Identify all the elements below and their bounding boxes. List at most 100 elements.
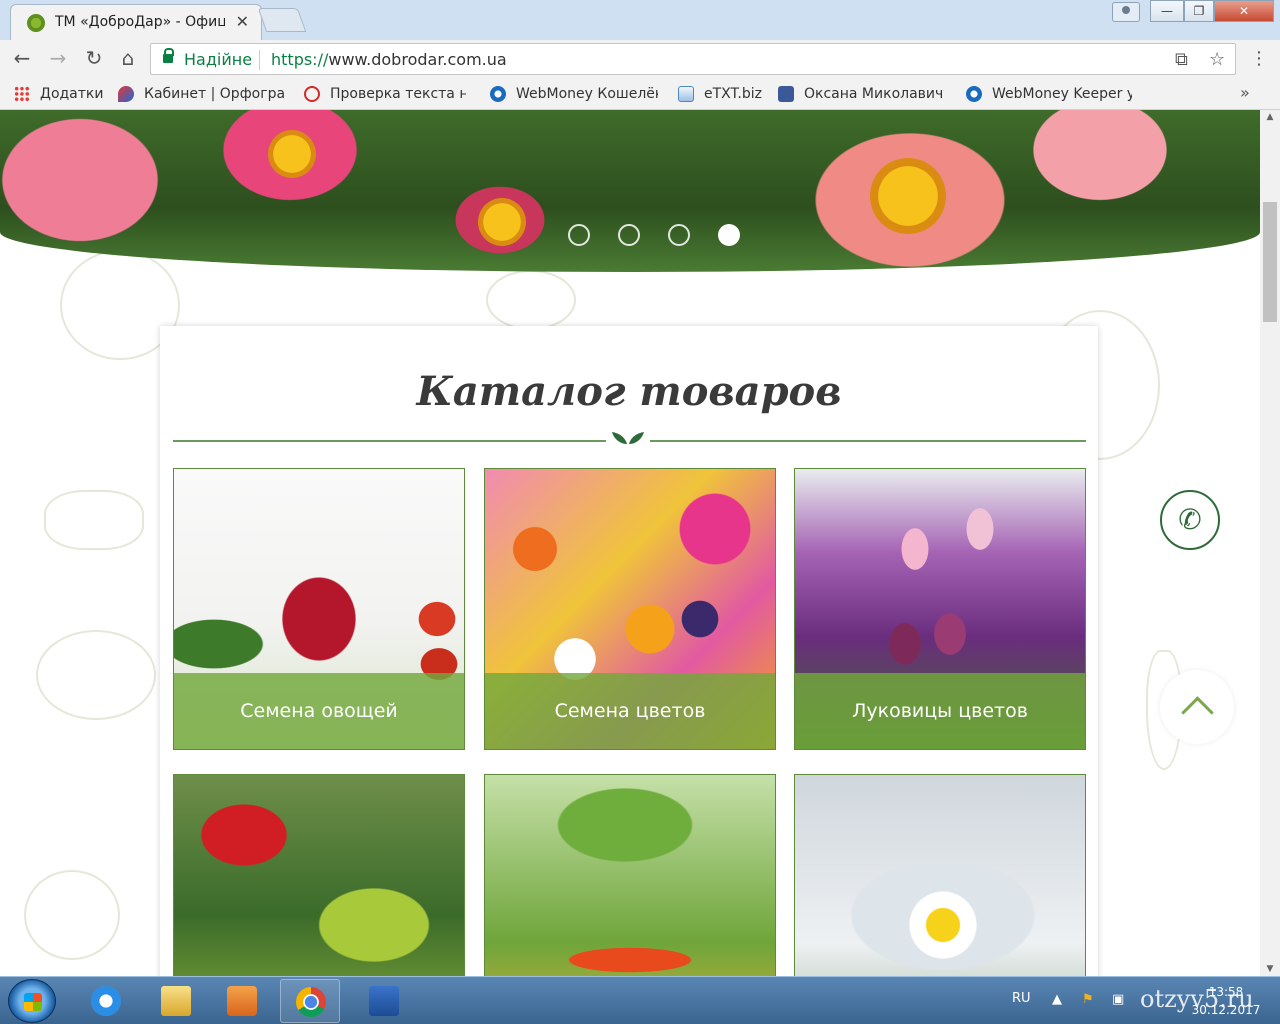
browser-titlebar: ТМ «ДоброДар» - Офиц ✕ — ❐ ✕	[0, 0, 1280, 40]
category-label: Семена цветов	[485, 673, 775, 749]
new-tab-button[interactable]	[257, 8, 307, 32]
bookmarks-bar: Додатки Кабинет | Орфограм Проверка текс…	[0, 78, 1280, 110]
close-window-button[interactable]: ✕	[1214, 0, 1274, 22]
browser-toolbar: ← → ↻ ⌂ Надійне https://www.dobrodar.com…	[0, 40, 1280, 78]
perennials-image	[174, 775, 464, 976]
forward-arrow-icon[interactable]: →	[46, 48, 70, 68]
category-tile-vegetable-seeds[interactable]: Семена овощей	[173, 468, 465, 750]
webmoney-icon	[490, 86, 506, 102]
slider-dot[interactable]	[618, 224, 640, 246]
bookmark-text-check[interactable]: Проверка текста на	[304, 84, 466, 104]
category-tile-5[interactable]	[484, 774, 776, 976]
site-watermark: otzyv5.ru	[1140, 985, 1254, 1013]
windows-taskbar: RU ▲ ⚑ ▣ 13:58 30.12.2017 otzyv5.ru	[0, 976, 1280, 1024]
category-tile-4[interactable]	[173, 774, 465, 976]
apps-grid-icon	[14, 86, 30, 102]
minimize-button[interactable]: —	[1150, 0, 1184, 22]
slider-dot[interactable]	[668, 224, 690, 246]
taskbar-chrome[interactable]	[280, 979, 340, 1023]
taskbar-media-player[interactable]	[212, 979, 272, 1023]
flower-center	[870, 158, 946, 234]
warning-icon[interactable]: ⚑	[1082, 992, 1094, 1007]
site-favicon-icon	[27, 14, 45, 32]
folder-icon	[161, 986, 191, 1016]
bookmark-label: WebMoney Keeper у	[992, 86, 1132, 102]
bookmark-orfogrammka[interactable]: Кабинет | Орфограм	[118, 84, 284, 104]
slider-dot-active[interactable]	[718, 224, 740, 246]
phone-call-button[interactable]: ✆	[1160, 490, 1220, 550]
category-tile-flower-bulbs[interactable]: Луковицы цветов	[794, 468, 1086, 750]
flower-center	[478, 198, 526, 246]
etxt-icon	[678, 86, 694, 102]
tomato-sketch	[24, 870, 120, 960]
category-tile-6[interactable]	[794, 774, 1086, 976]
olive-sketch	[44, 490, 144, 550]
url-text[interactable]: https://www.dobrodar.com.ua	[271, 50, 507, 69]
bookmark-label: Додатки	[40, 86, 104, 102]
taskbar-word[interactable]	[354, 979, 414, 1023]
home-icon[interactable]: ⌂	[116, 48, 140, 68]
network-icon[interactable]: ▣	[1112, 992, 1124, 1007]
bookmarks-overflow-icon[interactable]: »	[1240, 83, 1250, 102]
slider-dots	[568, 224, 740, 246]
bookmark-star-icon[interactable]: ☆	[1209, 49, 1225, 70]
windows-logo-icon	[24, 993, 42, 1011]
tab-title: ТМ «ДоброДар» - Офиц	[55, 14, 225, 30]
reload-icon[interactable]: ↻	[82, 48, 106, 68]
hero-slider[interactable]	[0, 110, 1260, 272]
bookmark-label: Оксана Миколавичу	[804, 86, 944, 102]
leaf-icon	[612, 432, 644, 444]
catalog-panel: Каталог товаров Семена овощей Семена цве…	[160, 326, 1098, 976]
translate-icon[interactable]: ⧉	[1175, 49, 1188, 70]
title-divider	[650, 440, 1086, 442]
lock-icon	[163, 48, 174, 63]
bookmark-facebook[interactable]: Оксана Миколавичу	[778, 84, 944, 104]
taskbar-internet-explorer[interactable]	[76, 979, 136, 1023]
omnibox-separator	[259, 50, 260, 70]
start-button[interactable]	[8, 979, 56, 1023]
bookmark-label: eTXT.biz	[704, 86, 762, 102]
tab-close-icon[interactable]: ✕	[236, 12, 249, 31]
chrome-icon	[296, 987, 326, 1017]
garden-tools-image	[485, 775, 775, 976]
url-host: www.dobrodar.com.ua	[328, 50, 507, 69]
copyright-icon	[304, 86, 320, 102]
page-viewport: Каталог товаров Семена овощей Семена цве…	[0, 110, 1260, 976]
category-tile-flower-seeds[interactable]: Семена цветов	[484, 468, 776, 750]
scroll-up-arrow-icon[interactable]: ▲	[1260, 110, 1280, 124]
facebook-icon	[778, 86, 794, 102]
taskbar-explorer[interactable]	[146, 979, 206, 1023]
flower-center	[268, 130, 316, 178]
window-controls: — ❐ ✕	[1150, 0, 1274, 22]
bookmark-apps[interactable]: Додатки	[14, 84, 103, 104]
url-scheme: https://	[271, 50, 329, 69]
chamomile-tea-image	[795, 775, 1085, 976]
scroll-to-top-button[interactable]	[1160, 670, 1234, 744]
security-label: Надійне	[184, 50, 253, 69]
maximize-button[interactable]: ❐	[1184, 0, 1214, 22]
scroll-down-arrow-icon[interactable]: ▼	[1260, 962, 1280, 976]
bookmark-label: WebMoney Кошелёк	[516, 86, 658, 102]
slider-dot[interactable]	[568, 224, 590, 246]
language-indicator[interactable]: RU	[1012, 991, 1031, 1006]
show-hidden-icons-icon[interactable]: ▲	[1052, 992, 1062, 1007]
bookmark-webmoney-wallet[interactable]: WebMoney Кошелёк	[490, 84, 658, 104]
category-label: Семена овощей	[174, 673, 464, 749]
title-divider	[173, 440, 606, 442]
orfogrammka-icon	[118, 86, 134, 102]
address-bar[interactable]: Надійне https://www.dobrodar.com.ua ⧉ ☆	[150, 43, 1236, 75]
browser-tab[interactable]: ТМ «ДоброДар» - Офиц ✕	[10, 4, 262, 40]
scroll-thumb[interactable]	[1263, 202, 1277, 322]
category-label: Луковицы цветов	[795, 673, 1085, 749]
bookmark-etxt[interactable]: eTXT.biz	[678, 84, 762, 104]
catalog-title: Каталог товаров	[416, 368, 842, 415]
bookmark-label: Проверка текста на	[330, 86, 466, 102]
bookmark-webmoney-keeper[interactable]: WebMoney Keeper у	[966, 84, 1132, 104]
page-scrollbar[interactable]: ▲ ▼	[1260, 110, 1280, 976]
menu-icon[interactable]: ⋮	[1250, 48, 1268, 69]
word-icon	[369, 986, 399, 1016]
back-arrow-icon[interactable]: ←	[10, 48, 34, 68]
bookmark-label: Кабинет | Орфограм	[144, 86, 284, 102]
media-player-icon	[227, 986, 257, 1016]
profile-icon[interactable]	[1112, 2, 1140, 22]
